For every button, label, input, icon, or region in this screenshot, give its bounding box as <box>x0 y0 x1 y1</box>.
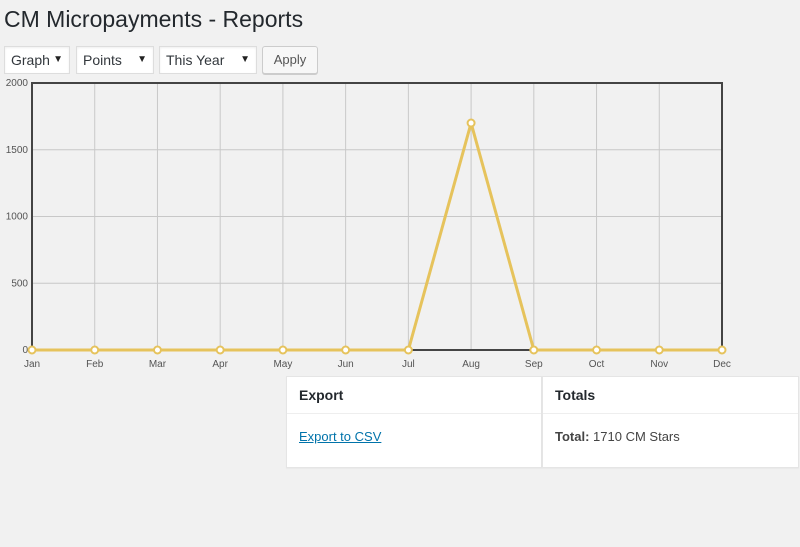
x-tick-label: Oct <box>589 359 605 370</box>
data-point <box>466 118 476 128</box>
data-point <box>152 345 162 355</box>
chevron-down-icon: ▼ <box>53 54 63 65</box>
data-point <box>215 345 225 355</box>
view-select[interactable]: Graph ▼ <box>4 46 70 74</box>
range-select[interactable]: This Year ▼ <box>159 46 257 74</box>
view-select-value: Graph <box>11 52 50 68</box>
totals-label: Total: <box>555 429 590 444</box>
totals-panel-heading: Totals <box>543 377 798 414</box>
x-tick-label: May <box>273 359 292 370</box>
x-tick-label: Feb <box>86 359 104 370</box>
data-point <box>654 345 664 355</box>
export-csv-link[interactable]: Export to CSV <box>299 429 381 444</box>
x-tick-label: Nov <box>650 359 668 370</box>
y-tick-label: 1000 <box>6 212 29 223</box>
x-tick-label: Jun <box>338 359 354 370</box>
chevron-down-icon: ▼ <box>240 54 250 65</box>
y-tick-label: 2000 <box>6 78 29 89</box>
points-line-chart: 0500100015002000Jan Feb Mar Apr May Jun Jul Aug… <box>6 78 731 370</box>
data-point <box>403 345 413 355</box>
page-title: CM Micropayments - Reports <box>4 6 304 32</box>
data-point <box>90 345 100 355</box>
x-tick-label: Mar <box>149 359 167 370</box>
export-panel: Export Export to CSV <box>286 376 542 468</box>
totals-panel: Totals Total: 1710 CM Stars <box>542 376 799 468</box>
x-tick-label: Apr <box>212 359 228 370</box>
data-point <box>529 345 539 355</box>
data-point <box>341 345 351 355</box>
data-point <box>592 345 602 355</box>
x-tick-label: Dec <box>713 359 731 370</box>
data-point <box>717 345 727 355</box>
apply-button[interactable]: Apply <box>262 46 318 74</box>
x-tick-label: Jan <box>24 359 40 370</box>
export-panel-heading: Export <box>287 377 541 414</box>
y-tick-label: 500 <box>11 278 28 289</box>
chevron-down-icon: ▼ <box>137 54 147 65</box>
x-tick-label: Aug <box>462 359 480 370</box>
x-tick-label: Sep <box>525 359 543 370</box>
data-point <box>278 345 288 355</box>
metric-select[interactable]: Points ▼ <box>76 46 154 74</box>
metric-select-value: Points <box>83 52 122 68</box>
range-select-value: This Year <box>166 52 225 68</box>
data-point <box>27 345 37 355</box>
y-tick-label: 1500 <box>6 145 29 156</box>
x-tick-label: Jul <box>402 359 415 370</box>
totals-value: 1710 CM Stars <box>593 429 680 444</box>
report-panels: Export Export to CSV Totals Total: 1710 … <box>286 376 799 468</box>
